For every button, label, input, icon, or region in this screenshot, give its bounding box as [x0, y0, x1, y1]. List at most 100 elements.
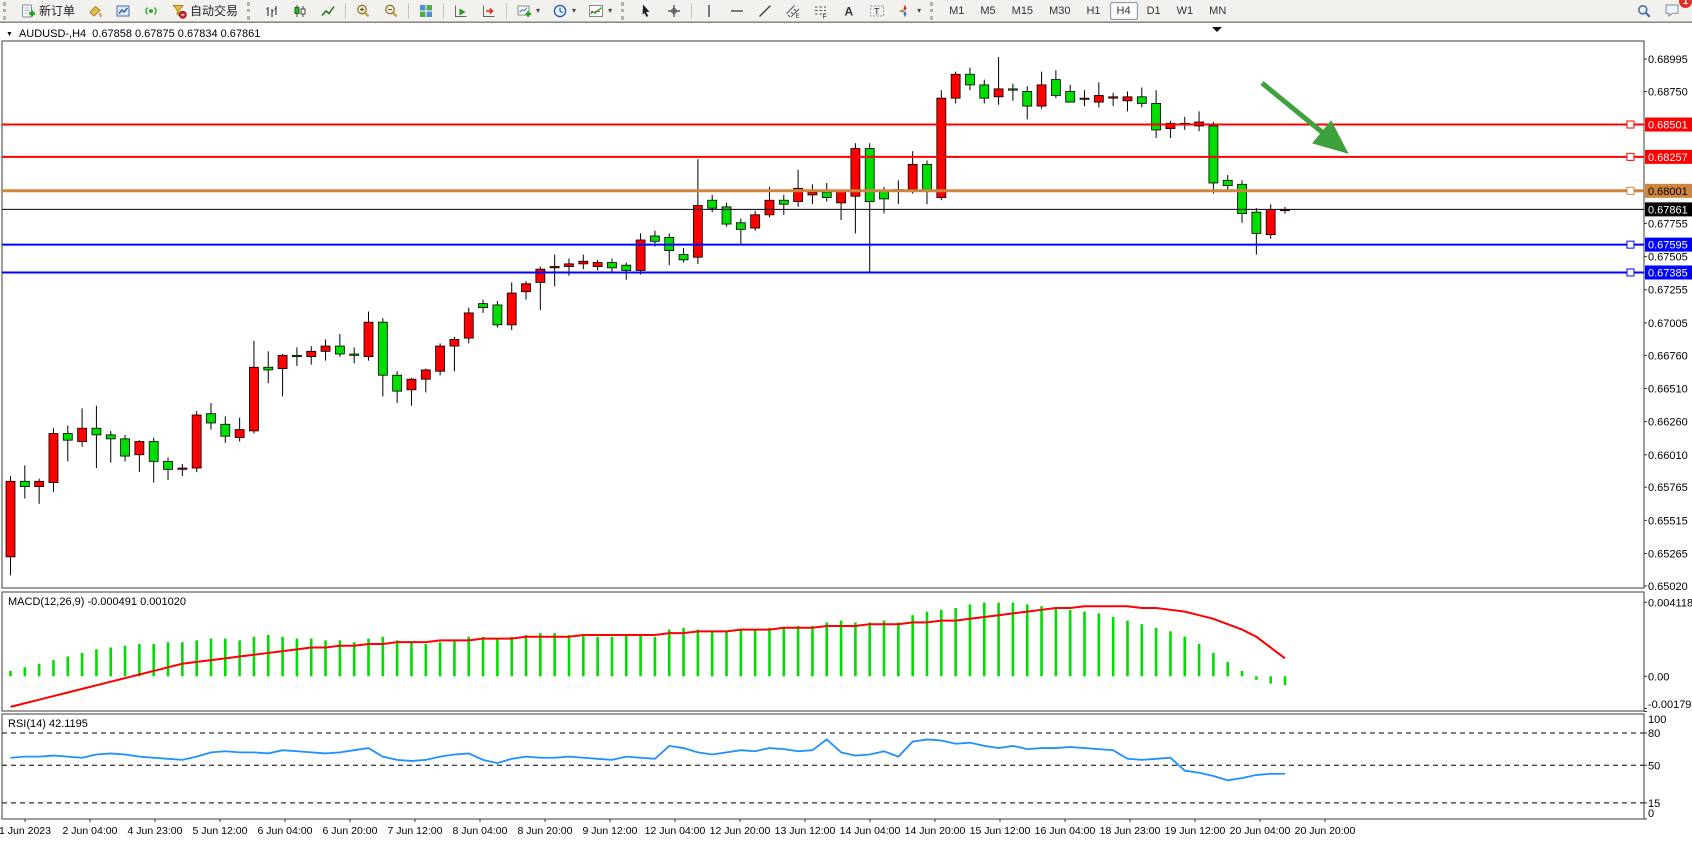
- candle: [951, 74, 960, 98]
- bar-chart-icon: [264, 3, 280, 19]
- toolbar-hline-button[interactable]: [724, 0, 750, 22]
- time-label: 19 Jun 12:00: [1165, 825, 1226, 837]
- crosshair-icon: [666, 3, 682, 19]
- time-label: 18 Jun 23:00: [1100, 825, 1161, 837]
- candle: [264, 367, 273, 370]
- tile-windows-icon: [418, 3, 434, 19]
- time-label: 1 Jun 2023: [0, 825, 51, 837]
- time-label: 15 Jun 12:00: [970, 825, 1031, 837]
- timeframe-m30-button[interactable]: M30: [1042, 2, 1077, 20]
- time-label: 8 Jun 04:00: [453, 825, 508, 837]
- toolbar-candle-chart-button[interactable]: [287, 0, 313, 22]
- time-label: 4 Jun 23:00: [128, 825, 183, 837]
- candle: [622, 265, 631, 270]
- candle: [106, 435, 115, 439]
- candle: [1094, 95, 1103, 102]
- chart-title-bar[interactable]: ▼ AUDUSD-,H4 0.67858 0.67875 0.67834 0.6…: [6, 27, 260, 41]
- toolbar-grip[interactable]: [621, 2, 629, 20]
- candle: [464, 313, 473, 338]
- timeframe-w1-button[interactable]: W1: [1170, 2, 1201, 20]
- timeframe-h1-button[interactable]: H1: [1079, 2, 1107, 20]
- candle: [450, 339, 459, 346]
- toolbar-vline-button[interactable]: [696, 0, 722, 22]
- time-axis[interactable]: 1 Jun 20232 Jun 04:004 Jun 23:005 Jun 12…: [0, 819, 1356, 837]
- timeframe-m1-button[interactable]: M1: [942, 2, 971, 20]
- toolbar-channel-button[interactable]: E: [780, 0, 806, 22]
- rsi-label: RSI(14) 42.1195: [8, 718, 88, 730]
- candle: [49, 434, 58, 483]
- candle: [321, 346, 330, 351]
- toolbar-separator: [506, 3, 507, 19]
- toolbar-auto-scroll-button[interactable]: [448, 0, 474, 22]
- candle: [1123, 97, 1132, 101]
- timeframe-m15-button[interactable]: M15: [1005, 2, 1040, 20]
- timeframe-h4-button[interactable]: H4: [1110, 2, 1138, 20]
- candle: [650, 236, 659, 241]
- candle: [736, 223, 745, 230]
- candle: [522, 284, 531, 292]
- toolbar-arrows-button[interactable]: ▾: [892, 0, 926, 22]
- toolbar-trendline-button[interactable]: [752, 0, 778, 22]
- toolbar-auto-trading-button[interactable]: 自动交易: [166, 0, 243, 22]
- symbol-dropdown-icon[interactable]: ▼: [6, 31, 13, 38]
- toolbar-crosshair-button[interactable]: [661, 0, 687, 22]
- candle: [235, 430, 244, 438]
- price-level-label-text: 0.68001: [1648, 186, 1688, 198]
- candle: [779, 200, 788, 204]
- candle: [607, 263, 616, 268]
- candle: [164, 461, 173, 469]
- chart-ohlc-values: 0.67858 0.67875 0.67834 0.67861: [92, 28, 260, 40]
- price-tick-label: 0.65265: [1648, 549, 1688, 561]
- toolbar-styler-button[interactable]: [82, 0, 108, 22]
- toolbar-chart-shift-button[interactable]: [476, 0, 502, 22]
- time-label: 6 Jun 20:00: [323, 825, 378, 837]
- toolbar-grip[interactable]: [247, 2, 255, 20]
- time-label: 20 Jun 04:00: [1230, 825, 1291, 837]
- toolbar-signals-button[interactable]: [138, 0, 164, 22]
- toolbar-search-button[interactable]: [1631, 0, 1657, 22]
- toolbar-label-tool-button[interactable]: T: [864, 0, 890, 22]
- price-level-label-text: 0.67385: [1648, 267, 1688, 279]
- candle: [436, 346, 445, 371]
- candle: [149, 442, 158, 462]
- toolbar-indicators-button[interactable]: ▾: [583, 0, 617, 22]
- candle: [78, 428, 87, 441]
- candle-chart-icon: [292, 3, 308, 19]
- candle: [121, 439, 130, 456]
- trendline-icon: [757, 3, 773, 19]
- timeframe-mn-button[interactable]: MN: [1202, 2, 1233, 20]
- profiles-icon: [115, 3, 131, 19]
- line-handle-marker: [1627, 241, 1634, 248]
- notification-badge: 1: [1679, 0, 1692, 8]
- candle: [1252, 212, 1261, 233]
- price-tick-label: 0.66510: [1648, 383, 1688, 395]
- timeframe-m5-button[interactable]: M5: [973, 2, 1002, 20]
- toolbar-text-tool-button[interactable]: A: [836, 0, 862, 22]
- auto-scroll-icon: [453, 3, 469, 19]
- toolbar-fibonacci-button[interactable]: F: [808, 0, 834, 22]
- candle: [92, 428, 101, 435]
- toolbar-tile-windows-button[interactable]: [413, 0, 439, 22]
- toolbar-profiles-button[interactable]: [110, 0, 136, 22]
- candle: [407, 379, 416, 390]
- candle: [378, 322, 387, 375]
- time-label: 14 Jun 20:00: [905, 825, 966, 837]
- time-label: 16 Jun 04:00: [1035, 825, 1096, 837]
- time-label: 7 Jun 12:00: [388, 825, 443, 837]
- candle: [1066, 92, 1075, 103]
- toolbar-new-chart-button[interactable]: ▾: [511, 0, 545, 22]
- toolbar-grip[interactable]: [930, 2, 938, 20]
- price-tick-label: 0.67005: [1648, 318, 1688, 330]
- toolbar-cursor-button[interactable]: [633, 0, 659, 22]
- toolbar-new-order-button[interactable]: 新订单: [15, 0, 80, 22]
- toolbar-line-chart-button[interactable]: [315, 0, 341, 22]
- chart-canvas[interactable]: 0.685010.682570.680010.675950.673850.678…: [0, 23, 1692, 842]
- toolbar-zoom-out-button[interactable]: [378, 0, 404, 22]
- scroll-position-marker: [1212, 27, 1222, 32]
- toolbar-zoom-in-button[interactable]: [350, 0, 376, 22]
- time-label: 13 Jun 12:00: [775, 825, 836, 837]
- timeframe-d1-button[interactable]: D1: [1140, 2, 1168, 20]
- toolbar-period-button[interactable]: ▾: [547, 0, 581, 22]
- toolbar-grip[interactable]: [3, 2, 11, 20]
- toolbar-bar-chart-button[interactable]: [259, 0, 285, 22]
